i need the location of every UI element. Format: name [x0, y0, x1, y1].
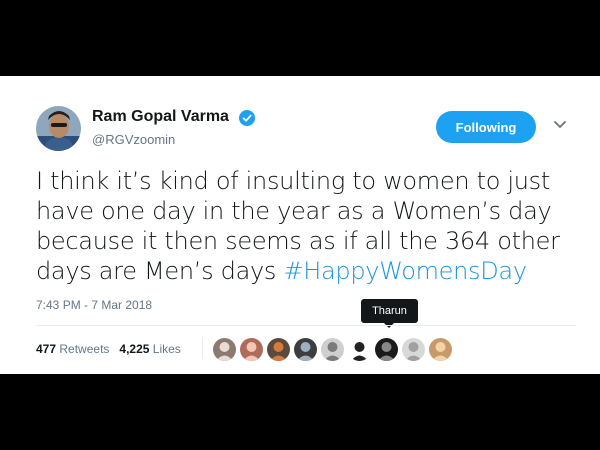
likes-stat[interactable]: 4,225 Likes — [119, 342, 180, 356]
chevron-down-icon[interactable] — [553, 120, 567, 130]
retweets-label: Retweets — [59, 342, 110, 356]
tweet-stats: 477 Retweets 4,225 Likes — [36, 342, 181, 356]
following-button[interactable]: Following — [436, 111, 536, 143]
divider — [36, 325, 576, 326]
author-handle[interactable]: @RGVzoomin — [92, 132, 175, 147]
tweet-timestamp[interactable]: 7:43 PM - 7 Mar 2018 — [36, 298, 152, 312]
stats-separator — [202, 337, 203, 359]
author-avatar[interactable] — [36, 106, 81, 151]
likes-label: Likes — [152, 342, 181, 356]
liker-avatar[interactable] — [266, 337, 291, 362]
liker-avatar[interactable] — [320, 337, 345, 362]
likes-count: 4,225 — [119, 342, 150, 356]
author-name[interactable]: Ram Gopal Varma — [92, 108, 229, 126]
user-tooltip: Tharun — [361, 299, 418, 323]
hashtag-link[interactable]: #HappyWomensDay — [283, 257, 527, 285]
liker-avatar[interactable] — [347, 337, 372, 362]
retweets-count: 477 — [36, 342, 57, 356]
liker-avatar[interactable] — [374, 337, 399, 362]
liker-avatar[interactable] — [212, 337, 237, 362]
liker-avatar[interactable] — [428, 337, 453, 362]
liker-avatars — [212, 337, 453, 362]
retweets-stat[interactable]: 477 Retweets — [36, 342, 109, 356]
verified-icon — [239, 110, 255, 126]
liker-avatar[interactable] — [293, 337, 318, 362]
liker-avatar[interactable] — [239, 337, 264, 362]
liker-avatar[interactable] — [401, 337, 426, 362]
tweet-text: I think it’s kind of insulting to women … — [36, 166, 576, 286]
